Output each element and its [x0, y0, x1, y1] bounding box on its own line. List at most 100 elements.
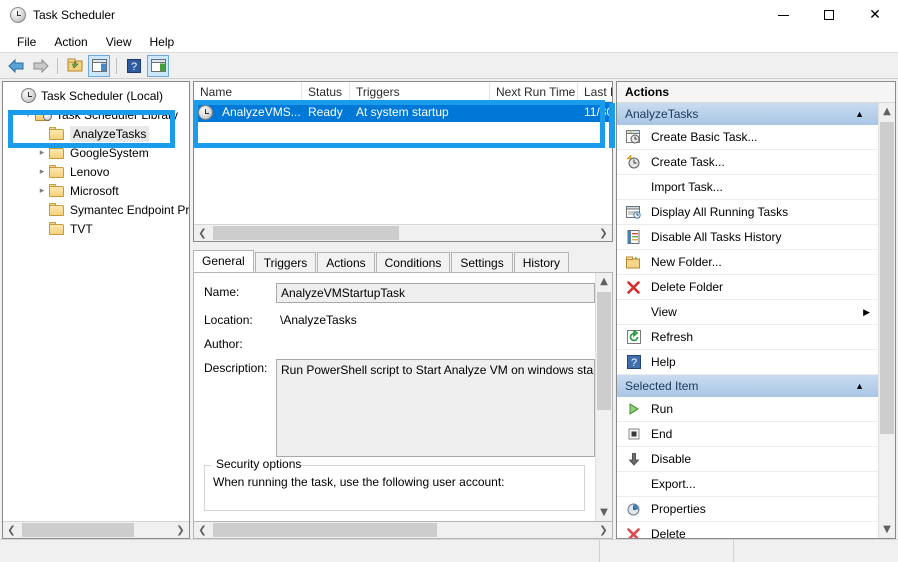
tree-node-task-scheduler-library[interactable]: ▾ Task Scheduler Library — [3, 105, 189, 124]
cell-last-run-time: 11/30/1999 12 — [584, 105, 612, 119]
tree-toggle[interactable]: ▸ — [35, 166, 49, 177]
details-horizontal-scrollbar[interactable]: ❮ ❯ — [193, 522, 613, 539]
column-header-status[interactable]: Status — [302, 82, 350, 101]
tab-triggers[interactable]: Triggers — [254, 252, 317, 272]
scroll-thumb[interactable] — [22, 523, 134, 537]
column-header-name[interactable]: Name — [194, 82, 302, 101]
action-properties[interactable]: Properties — [617, 497, 878, 522]
tree-node-lenovo[interactable]: ▸ Lenovo — [3, 162, 189, 181]
window-controls: ✕ — [760, 0, 898, 31]
details-tabstrip: General Triggers Actions Conditions Sett… — [193, 250, 613, 272]
scroll-track[interactable] — [879, 120, 895, 521]
toolbar-separator — [57, 57, 58, 74]
scroll-down-icon[interactable]: ▼ — [879, 521, 895, 538]
scroll-right-icon[interactable]: ❯ — [595, 225, 612, 241]
action-export[interactable]: Export... — [617, 472, 878, 497]
tab-settings[interactable]: Settings — [451, 252, 513, 272]
column-header-last-run-time[interactable]: Last Run Time — [578, 82, 612, 101]
scroll-track[interactable] — [211, 225, 595, 241]
table-row[interactable]: AnalyzeVMS... Ready At system startup 11… — [194, 102, 612, 122]
up-one-level-button[interactable] — [64, 55, 86, 77]
collapse-chevron-icon[interactable]: ▲ — [855, 109, 872, 119]
task-list-horizontal-scrollbar[interactable]: ❮ ❯ — [194, 224, 612, 241]
action-disable[interactable]: Disable — [617, 447, 878, 472]
action-delete-folder[interactable]: Delete Folder — [617, 275, 878, 300]
tab-conditions[interactable]: Conditions — [375, 252, 451, 272]
action-delete[interactable]: Delete — [617, 522, 878, 538]
tab-general[interactable]: General — [193, 250, 254, 272]
tree-node-tvt[interactable]: TVT — [3, 219, 189, 238]
collapse-chevron-icon[interactable]: ▲ — [855, 381, 872, 391]
description-field[interactable]: Run PowerShell script to Start Analyze V… — [276, 359, 595, 457]
tree-toggle[interactable]: ▸ — [35, 147, 49, 158]
scroll-left-icon[interactable]: ❮ — [194, 225, 211, 241]
tree-node-microsoft[interactable]: ▸ Microsoft — [3, 181, 189, 200]
menu-item-view[interactable]: View — [97, 32, 141, 52]
column-header-next-run-time[interactable]: Next Run Time — [490, 82, 578, 101]
actions-section-selected-item[interactable]: Selected Item ▲ — [617, 375, 878, 397]
column-header-triggers[interactable]: Triggers — [350, 82, 490, 101]
help-button[interactable]: ? — [123, 55, 145, 77]
tree-horizontal-scrollbar[interactable]: ❮ ❯ — [3, 521, 189, 538]
help-icon: ? — [127, 58, 141, 73]
action-create-basic-task[interactable]: Create Basic Task... — [617, 125, 878, 150]
tab-history[interactable]: History — [513, 252, 570, 272]
scroll-thumb[interactable] — [213, 226, 399, 240]
action-run[interactable]: Run — [617, 397, 878, 422]
tree-toggle[interactable]: ▸ — [35, 185, 49, 196]
menu-item-help[interactable]: Help — [141, 32, 184, 52]
scroll-up-icon[interactable]: ▲ — [596, 273, 612, 290]
actions-section-analyzetasks[interactable]: AnalyzeTasks ▲ — [617, 103, 878, 125]
scroll-right-icon[interactable]: ❯ — [172, 522, 189, 538]
action-help[interactable]: ? Help — [617, 350, 878, 375]
forward-button[interactable] — [29, 55, 51, 77]
general-form: Name: AnalyzeVMStartupTask Location: \An… — [194, 273, 595, 521]
details-vertical-scrollbar[interactable]: ▲ ▼ — [595, 273, 612, 521]
toolbar-separator-2 — [116, 57, 117, 74]
scroll-left-icon[interactable]: ❮ — [194, 522, 211, 538]
tree-toggle[interactable]: ▾ — [21, 109, 35, 120]
scroll-right-icon[interactable]: ❯ — [595, 522, 612, 538]
scroll-left-icon[interactable]: ❮ — [3, 522, 20, 538]
tree-node-analyzetasks[interactable]: AnalyzeTasks — [3, 124, 189, 143]
action-end[interactable]: End — [617, 422, 878, 447]
back-button[interactable] — [5, 55, 27, 77]
action-refresh[interactable]: Refresh — [617, 325, 878, 350]
action-import-task[interactable]: Import Task... — [617, 175, 878, 200]
scroll-track[interactable] — [596, 290, 612, 504]
scroll-down-icon[interactable]: ▼ — [596, 504, 612, 521]
minimize-button[interactable] — [760, 0, 806, 31]
action-new-folder[interactable]: New Folder... — [617, 250, 878, 275]
scroll-up-icon[interactable]: ▲ — [879, 103, 895, 120]
menu-item-file[interactable]: File — [8, 32, 45, 52]
status-bar — [0, 539, 898, 562]
field-label-location: Location: — [204, 313, 253, 327]
tree-node-symantec-endpoint-protection[interactable]: Symantec Endpoint Pr — [3, 200, 189, 219]
actions-vertical-scrollbar[interactable]: ▲ ▼ — [878, 103, 895, 538]
action-disable-all-tasks-history[interactable]: Disable All Tasks History — [617, 225, 878, 250]
cell-name: AnalyzeVMS... — [194, 104, 302, 120]
scroll-thumb[interactable] — [213, 523, 437, 537]
scroll-thumb[interactable] — [597, 292, 611, 410]
tree-node-task-scheduler-local[interactable]: Task Scheduler (Local) — [3, 86, 189, 105]
close-button[interactable]: ✕ — [852, 0, 898, 31]
action-view[interactable]: View ▶ — [617, 300, 878, 325]
maximize-button[interactable] — [806, 0, 852, 31]
menu-item-action[interactable]: Action — [45, 32, 96, 52]
tree-node-googlesystem[interactable]: ▸ GoogleSystem — [3, 143, 189, 162]
end-icon — [625, 426, 642, 442]
refresh-icon — [625, 329, 642, 345]
scroll-track[interactable] — [20, 522, 172, 538]
action-create-task[interactable]: Create Task... — [617, 150, 878, 175]
show-hide-console-tree-button[interactable] — [88, 54, 110, 77]
name-field[interactable]: AnalyzeVMStartupTask — [276, 283, 595, 303]
show-hide-action-pane-button[interactable] — [147, 54, 169, 77]
scroll-thumb[interactable] — [880, 122, 894, 434]
action-label: Disable — [651, 452, 692, 466]
action-display-all-running-tasks[interactable]: Display All Running Tasks — [617, 200, 878, 225]
scroll-track[interactable] — [211, 522, 595, 538]
toolbar: ? — [0, 53, 898, 79]
back-arrow-icon — [7, 58, 23, 73]
folder-icon — [49, 203, 65, 216]
tab-actions[interactable]: Actions — [317, 252, 375, 272]
